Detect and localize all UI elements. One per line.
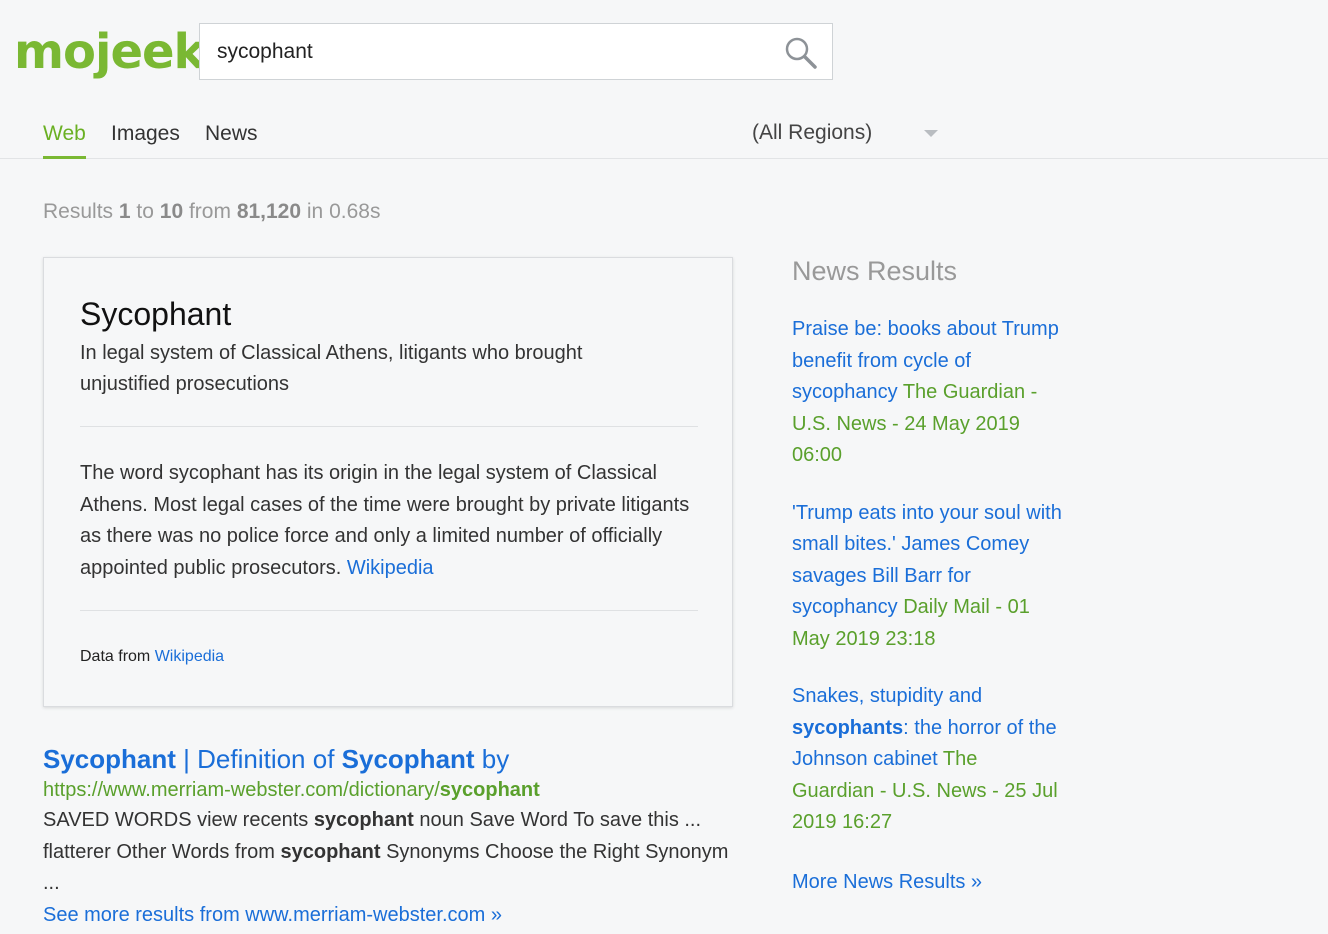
tab-images[interactable]: Images: [111, 122, 180, 156]
chevron-down-icon[interactable]: [924, 130, 938, 137]
results-stats: Results 1 to 10 from 81,120 in 0.68s: [43, 200, 381, 223]
news-item[interactable]: 'Trump eats into your soul with small bi…: [792, 498, 1062, 656]
search-query-text[interactable]: sycophant: [217, 40, 313, 64]
more-news-link[interactable]: More News Results »: [792, 867, 1062, 898]
result-snippet: SAVED WORDS view recents sycophant noun …: [43, 809, 729, 894]
news-item[interactable]: Snakes, stupidity and sycophants: the ho…: [792, 681, 1062, 839]
panel-title: Sycophant: [80, 296, 232, 332]
wikipedia-link[interactable]: Wikipedia: [347, 557, 434, 579]
mojeek-logo[interactable]: mojeek: [14, 22, 205, 82]
news-heading: News Results: [792, 256, 958, 286]
tab-web[interactable]: Web: [43, 122, 86, 159]
news-item[interactable]: Praise be: books about Trump benefit fro…: [792, 314, 1062, 472]
source-wikipedia-link[interactable]: Wikipedia: [155, 648, 224, 665]
tab-news[interactable]: News: [205, 122, 258, 156]
search-result: Sycophant | Definition of Sycophant by h…: [43, 742, 743, 931]
region-select[interactable]: (All Regions): [752, 121, 872, 145]
news-sidebar: News Results Praise be: books about Trum…: [792, 254, 1062, 898]
result-url[interactable]: https://www.merriam-webster.com/dictiona…: [43, 775, 743, 805]
panel-subtitle: In legal system of Classical Athens, lit…: [80, 342, 583, 395]
more-results-from-site-link[interactable]: See more results from www.merriam-webste…: [43, 900, 743, 931]
divider: [80, 426, 698, 427]
news-title-link[interactable]: Snakes, stupidity and sycophants: the ho…: [792, 685, 1057, 770]
panel-description: The word sycophant has its origin in the…: [80, 462, 690, 579]
panel-source: Data from Wikipedia: [80, 648, 225, 665]
search-tabs-bar: Web Images News (All Regions): [0, 110, 1328, 159]
result-title-link[interactable]: Sycophant | Definition of Sycophant by: [43, 742, 743, 776]
knowledge-panel: Sycophant In legal system of Classical A…: [43, 257, 733, 707]
search-icon[interactable]: [784, 36, 818, 70]
search-input[interactable]: sycophant: [199, 23, 833, 80]
divider: [80, 610, 698, 611]
